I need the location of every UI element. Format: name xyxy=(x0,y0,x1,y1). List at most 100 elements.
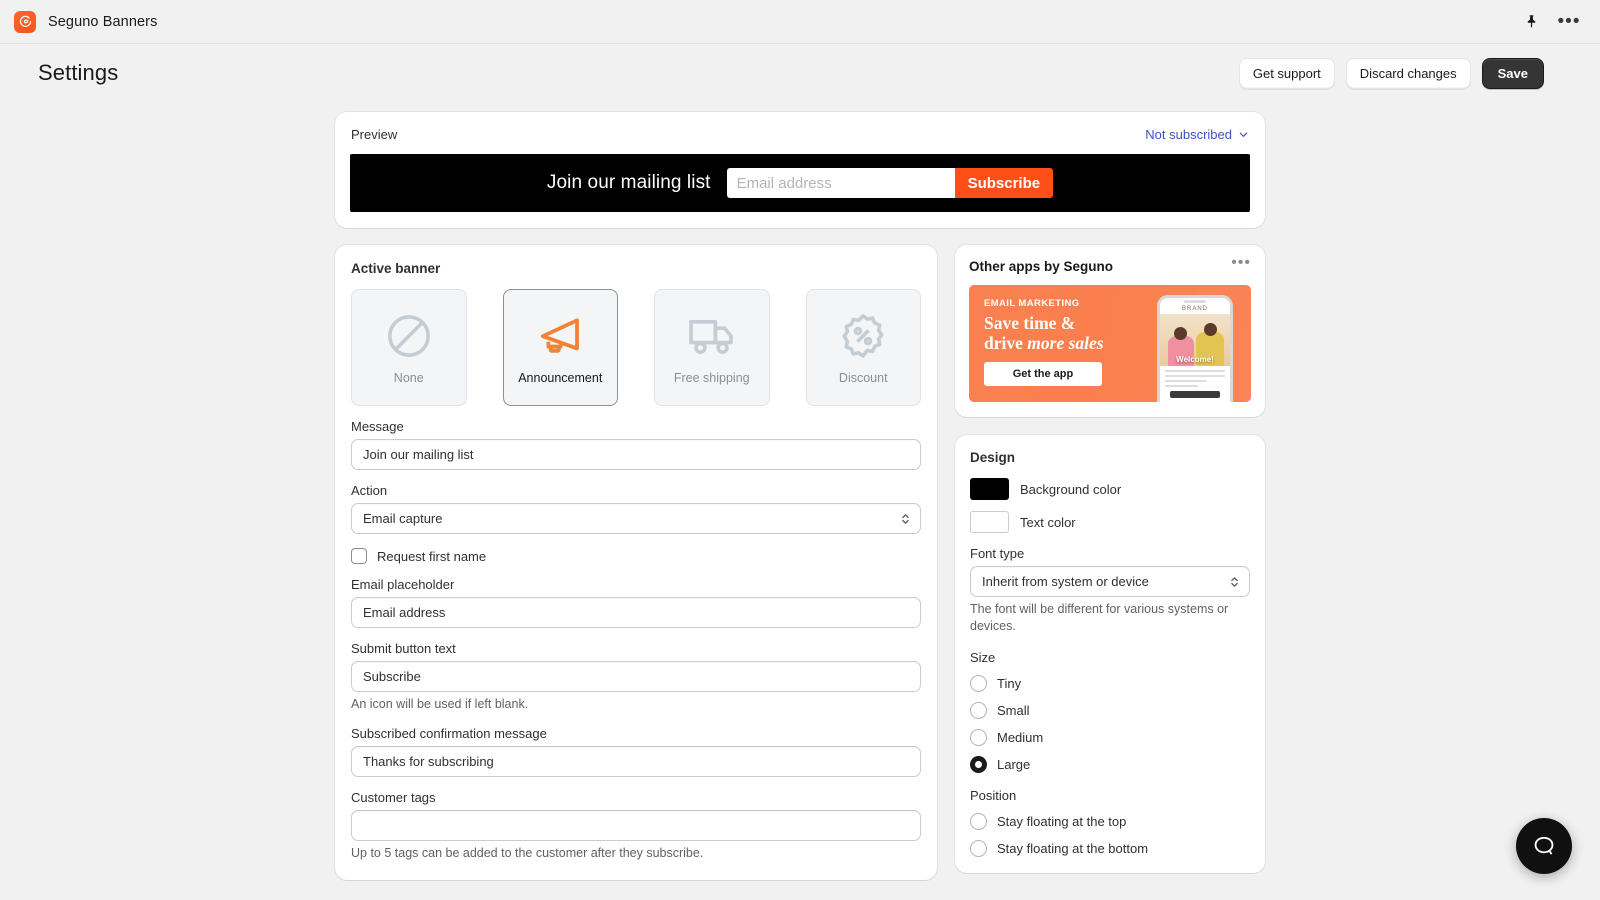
position-option-top[interactable]: Stay floating at the top xyxy=(970,813,1250,830)
phone-welcome-text: Welcome! xyxy=(1160,355,1230,364)
banner-preview-message: Join our mailing list xyxy=(547,172,711,194)
confirmation-message-label: Subscribed confirmation message xyxy=(351,726,921,741)
radio-icon[interactable] xyxy=(970,675,987,692)
customer-tags-label: Customer tags xyxy=(351,790,921,805)
other-apps-title: Other apps by Seguno xyxy=(969,259,1113,274)
promo-headline-line1: Save time & xyxy=(984,313,1075,333)
confirmation-message-input[interactable] xyxy=(351,746,921,777)
preview-label: Preview xyxy=(351,127,397,142)
promo-headline-line2a: drive xyxy=(984,333,1027,353)
size-option-small[interactable]: Small xyxy=(970,702,1250,719)
phone-notch xyxy=(1160,298,1230,305)
get-support-button[interactable]: Get support xyxy=(1239,58,1335,89)
phone-mockup: BRAND Welcome! xyxy=(1157,295,1233,402)
submit-button-text-field: Submit button text An icon will be used … xyxy=(351,641,921,713)
action-select[interactable] xyxy=(351,503,921,534)
submit-button-text-input[interactable] xyxy=(351,661,921,692)
no-symbol-icon xyxy=(384,311,434,361)
text-color-row[interactable]: Text color xyxy=(970,511,1250,533)
email-placeholder-input[interactable] xyxy=(351,597,921,628)
phone-photo: Welcome! xyxy=(1160,314,1230,366)
main-column: Active banner None xyxy=(335,245,937,880)
phone-cta-button xyxy=(1170,391,1220,398)
content-container: Preview Not subscribed Join our mailing … xyxy=(335,112,1265,880)
promo-banner[interactable]: EMAIL MARKETING Save time & drive more s… xyxy=(969,285,1251,402)
customer-tags-input[interactable] xyxy=(351,810,921,841)
banner-preview-form: Subscribe xyxy=(727,168,1054,198)
position-option-label: Stay floating at the top xyxy=(997,814,1126,829)
email-placeholder-label: Email placeholder xyxy=(351,577,921,592)
action-select-wrapper xyxy=(351,503,921,534)
promo-copy: EMAIL MARKETING Save time & drive more s… xyxy=(969,285,1144,402)
request-first-name-label: Request first name xyxy=(377,549,486,564)
font-type-field: Font type The font will be different for… xyxy=(970,546,1250,635)
chat-bubble-icon xyxy=(1531,833,1557,859)
size-group-label: Size xyxy=(970,650,1250,665)
app-bar: Seguno Banners ••• xyxy=(0,0,1600,44)
promo-eyebrow: EMAIL MARKETING xyxy=(984,298,1144,309)
header-actions: Get support Discard changes Save xyxy=(1239,58,1562,89)
other-apps-header: Other apps by Seguno ••• xyxy=(969,259,1251,274)
phone-brand-label: BRAND xyxy=(1160,305,1230,312)
more-horizontal-icon[interactable]: ••• xyxy=(1558,11,1580,33)
font-type-label: Font type xyxy=(970,546,1250,561)
text-color-swatch[interactable] xyxy=(970,511,1009,533)
banner-preview-email-input[interactable] xyxy=(727,168,955,198)
subscription-status-label: Not subscribed xyxy=(1145,127,1232,142)
help-launcher-button[interactable] xyxy=(1516,818,1572,874)
background-color-label: Background color xyxy=(1020,482,1121,497)
action-field: Action xyxy=(351,483,921,534)
font-type-helper-text: The font will be different for various s… xyxy=(970,601,1250,635)
radio-icon[interactable] xyxy=(970,702,987,719)
banner-type-tile-free-shipping[interactable]: Free shipping xyxy=(654,289,770,406)
banner-preview: Join our mailing list Subscribe xyxy=(350,154,1250,212)
size-option-medium[interactable]: Medium xyxy=(970,729,1250,746)
preview-card: Preview Not subscribed Join our mailing … xyxy=(335,112,1265,228)
background-color-swatch[interactable] xyxy=(970,478,1009,500)
background-color-row[interactable]: Background color xyxy=(970,478,1250,500)
discard-changes-button[interactable]: Discard changes xyxy=(1346,58,1471,89)
truck-icon xyxy=(686,311,738,361)
action-label: Action xyxy=(351,483,921,498)
page-title: Settings xyxy=(38,60,118,86)
radio-icon[interactable] xyxy=(970,813,987,830)
banner-type-label: None xyxy=(394,371,424,385)
other-apps-card: Other apps by Seguno ••• EMAIL MARKETING… xyxy=(955,245,1265,417)
submit-button-text-label: Submit button text xyxy=(351,641,921,656)
banner-preview-subscribe-button[interactable]: Subscribe xyxy=(955,168,1054,198)
text-color-label: Text color xyxy=(1020,515,1076,530)
radio-icon-selected[interactable] xyxy=(970,756,987,773)
banner-type-tile-none[interactable]: None xyxy=(351,289,467,406)
get-the-app-button[interactable]: Get the app xyxy=(984,362,1102,386)
message-label: Message xyxy=(351,419,921,434)
size-option-tiny[interactable]: Tiny xyxy=(970,675,1250,692)
percent-badge-icon xyxy=(838,311,888,361)
more-horizontal-icon[interactable]: ••• xyxy=(1231,259,1251,267)
banner-type-tile-announcement[interactable]: Announcement xyxy=(503,289,619,406)
megaphone-icon xyxy=(534,311,586,361)
phone-body-lines xyxy=(1160,366,1230,387)
radio-icon[interactable] xyxy=(970,840,987,857)
font-type-select[interactable] xyxy=(970,566,1250,597)
banner-type-tile-discount[interactable]: Discount xyxy=(806,289,922,406)
request-first-name-row[interactable]: Request first name xyxy=(351,548,921,564)
radio-icon[interactable] xyxy=(970,729,987,746)
message-input[interactable] xyxy=(351,439,921,470)
active-banner-heading: Active banner xyxy=(351,261,921,276)
preview-header: Preview Not subscribed xyxy=(350,127,1250,142)
app-bar-actions: ••• xyxy=(1520,11,1586,33)
pin-icon[interactable] xyxy=(1520,11,1542,33)
request-first-name-checkbox[interactable] xyxy=(351,548,367,564)
size-option-large[interactable]: Large xyxy=(970,756,1250,773)
email-placeholder-field: Email placeholder xyxy=(351,577,921,628)
subscription-status-dropdown[interactable]: Not subscribed xyxy=(1145,127,1249,142)
page-header: Settings Get support Discard changes Sav… xyxy=(0,44,1600,102)
design-heading: Design xyxy=(970,450,1250,465)
side-column: Other apps by Seguno ••• EMAIL MARKETING… xyxy=(955,245,1265,873)
customer-tags-helper-text: Up to 5 tags can be added to the custome… xyxy=(351,845,921,862)
banner-type-label: Announcement xyxy=(518,371,602,385)
save-button[interactable]: Save xyxy=(1482,58,1544,89)
font-type-select-wrapper xyxy=(970,566,1250,597)
position-option-bottom[interactable]: Stay floating at the bottom xyxy=(970,840,1250,857)
promo-headline-line2b: more sales xyxy=(1027,333,1103,353)
